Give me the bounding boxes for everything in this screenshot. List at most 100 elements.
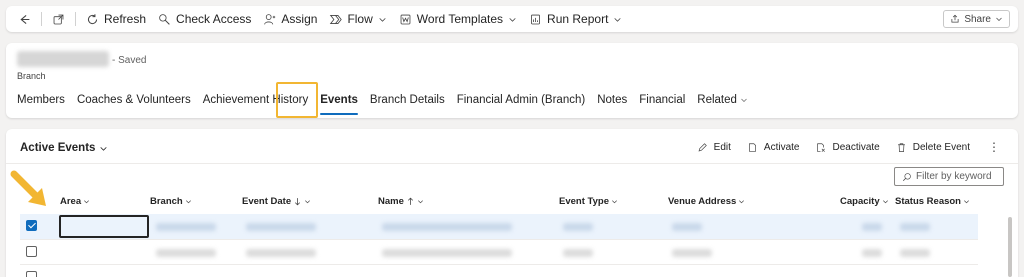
- tab-financial[interactable]: Financial: [633, 91, 691, 109]
- activate-button[interactable]: Activate: [739, 139, 808, 155]
- chevron-down-icon: [185, 200, 191, 204]
- record-header: - Saved Branch Members Coaches & Volunte…: [6, 43, 1018, 118]
- chevron-down-icon: [417, 200, 423, 204]
- chevron-down-icon: [882, 200, 888, 204]
- redacted-cell: [563, 223, 593, 231]
- run-report-button[interactable]: Run Report: [523, 8, 628, 30]
- share-label: Share: [964, 13, 991, 25]
- tab-coaches-volunteers[interactable]: Coaches & Volunteers: [71, 91, 197, 109]
- edit-label: Edit: [713, 141, 731, 153]
- chevron-down-icon: [305, 200, 311, 204]
- back-arrow-icon: [20, 14, 30, 24]
- chevron-down-icon: [612, 200, 617, 204]
- assign-button[interactable]: Assign: [257, 8, 323, 30]
- flow-label: Flow: [347, 12, 373, 26]
- row-checkbox[interactable]: [26, 246, 37, 257]
- chevron-down-icon: [614, 17, 622, 22]
- chevron-down-icon: [741, 98, 747, 102]
- column-header-branch[interactable]: Branch: [150, 196, 192, 207]
- tab-financial-admin-branch[interactable]: Financial Admin (Branch): [451, 91, 591, 109]
- column-header-event-date[interactable]: Event Date: [242, 196, 311, 207]
- save-status: - Saved: [112, 55, 147, 66]
- open-new-window-icon: [53, 14, 64, 24]
- word-templates-label: Word Templates: [416, 12, 504, 26]
- area-cell-focused[interactable]: [59, 215, 149, 238]
- share-button[interactable]: Share: [943, 10, 1010, 28]
- assign-label: Assign: [281, 12, 318, 26]
- row-checkbox[interactable]: [26, 271, 37, 277]
- table-row[interactable]: [20, 239, 978, 264]
- word-templates-button[interactable]: Word Templates: [393, 8, 523, 30]
- deactivate-button[interactable]: Deactivate: [807, 139, 887, 155]
- filter-by-keyword-input[interactable]: Filter by keyword: [894, 167, 1004, 186]
- row-checkbox[interactable]: [26, 220, 37, 231]
- open-new-window-button[interactable]: [46, 8, 71, 30]
- divider: [41, 12, 42, 26]
- view-name: Active Events: [20, 142, 96, 154]
- column-header-status-reason[interactable]: Status Reason: [895, 196, 970, 207]
- vertical-scrollbar[interactable]: [1008, 217, 1012, 277]
- column-header-label: Event Date: [242, 196, 292, 207]
- refresh-label: Refresh: [104, 12, 147, 26]
- tab-branch-details[interactable]: Branch Details: [364, 91, 451, 109]
- chevron-down-icon: [964, 200, 969, 204]
- sort-ascending-icon: [407, 197, 413, 205]
- command-bar: Refresh Check Access Assign Flow Word Te…: [6, 6, 1018, 32]
- view-selector[interactable]: Active Events: [20, 142, 108, 154]
- redacted-cell: [900, 249, 930, 257]
- chevron-down-icon: [996, 17, 1002, 21]
- edit-button[interactable]: Edit: [689, 139, 739, 155]
- table-row[interactable]: [20, 214, 978, 239]
- column-header-label: Capacity: [840, 196, 880, 207]
- back-button[interactable]: [12, 8, 37, 30]
- refresh-button[interactable]: Refresh: [80, 8, 152, 30]
- chevron-down-icon: [100, 146, 108, 151]
- delete-event-button[interactable]: Delete Event: [888, 139, 978, 155]
- check-access-button[interactable]: Check Access: [152, 8, 257, 30]
- redacted-cell: [900, 223, 930, 231]
- redacted-cell: [156, 249, 216, 257]
- deactivate-label: Deactivate: [832, 141, 880, 153]
- column-header-area[interactable]: Area: [60, 196, 90, 207]
- tab-events[interactable]: Events: [314, 91, 364, 115]
- redacted-cell: [246, 249, 316, 257]
- deactivate-icon: [817, 142, 826, 152]
- check-access-label: Check Access: [176, 12, 252, 26]
- tab-notes[interactable]: Notes: [591, 91, 633, 109]
- run-report-icon: [531, 14, 541, 24]
- delete-event-label: Delete Event: [912, 141, 970, 153]
- edit-icon: [698, 142, 707, 151]
- record-tabs: Members Coaches & Volunteers Achievement…: [17, 91, 754, 115]
- chevron-down-icon: [739, 200, 745, 204]
- tab-related-label: Related: [697, 94, 737, 106]
- redacted-cell: [672, 249, 712, 257]
- tab-members[interactable]: Members: [17, 91, 71, 109]
- column-header-event-type[interactable]: Event Type: [559, 196, 618, 207]
- word-templates-icon: [400, 14, 411, 24]
- column-header-venue-address[interactable]: Venue Address: [668, 196, 745, 207]
- more-commands-icon[interactable]: ⋮: [978, 140, 1004, 154]
- table-row[interactable]: [20, 264, 978, 277]
- column-header-name[interactable]: Name: [378, 196, 424, 207]
- activate-label: Activate: [763, 141, 800, 153]
- redacted-cell: [246, 223, 316, 231]
- delete-icon: [897, 142, 905, 152]
- search-icon: [902, 172, 911, 181]
- tab-related[interactable]: Related: [691, 91, 754, 109]
- grid-actions: Edit Activate Deactivate Delete Event ⋮: [689, 139, 1004, 155]
- redacted-cell: [382, 223, 512, 231]
- check-access-icon: [159, 13, 170, 25]
- chevron-down-icon: [379, 17, 386, 22]
- column-header-label: Venue Address: [668, 196, 737, 207]
- flow-icon: [330, 14, 343, 24]
- activate-icon: [748, 142, 756, 152]
- divider: [6, 163, 1018, 164]
- column-header-label: Branch: [150, 196, 183, 207]
- redacted-cell: [672, 223, 702, 231]
- column-header-capacity[interactable]: Capacity: [840, 196, 889, 207]
- chevron-down-icon: [84, 200, 90, 204]
- events-grid-panel: Active Events Edit Activate Deactivate D…: [6, 129, 1018, 277]
- record-title-redacted: [17, 51, 109, 67]
- assign-icon: [264, 13, 276, 24]
- flow-button[interactable]: Flow: [323, 8, 392, 30]
